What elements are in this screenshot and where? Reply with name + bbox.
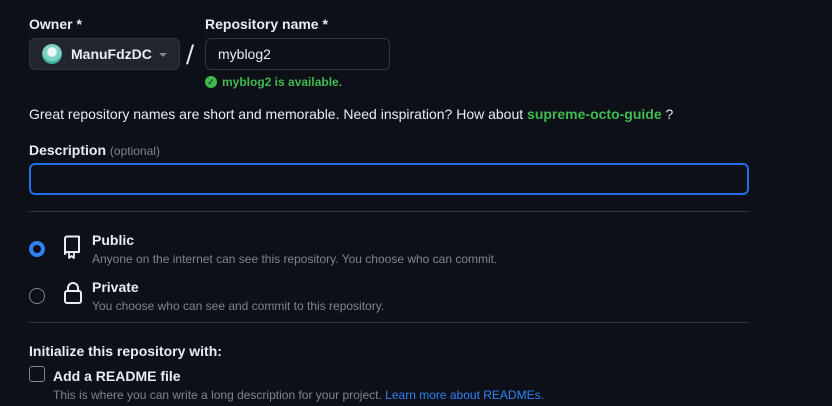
init-heading: Initialize this repository with: xyxy=(29,343,222,359)
divider xyxy=(29,211,749,212)
readme-label: Add a README file xyxy=(53,368,181,384)
availability-message: ✓ myblog2 is available. xyxy=(205,75,342,89)
repo-name-label: Repository name * xyxy=(205,16,328,32)
private-title: Private xyxy=(92,279,139,295)
owner-label: Owner * xyxy=(29,16,82,32)
private-radio[interactable] xyxy=(29,288,45,304)
repo-icon xyxy=(64,235,80,259)
readme-learn-more-link[interactable]: Learn more about READMEs. xyxy=(385,388,544,402)
check-circle-icon: ✓ xyxy=(205,76,217,88)
optional-tag: (optional) xyxy=(109,144,160,158)
owner-dropdown[interactable]: ManuFdzDC xyxy=(29,38,180,70)
public-subtitle: Anyone on the internet can see this repo… xyxy=(92,252,498,266)
readme-desc-text: This is where you can write a long descr… xyxy=(53,388,382,402)
chevron-down-icon xyxy=(159,53,167,57)
public-title: Public xyxy=(92,232,135,248)
description-label: Description (optional) xyxy=(29,142,160,158)
hint-text: Great repository names are short and mem… xyxy=(29,106,528,122)
owner-name: ManuFdzDC xyxy=(71,46,152,62)
hint-suffix: ? xyxy=(661,106,674,122)
repo-name-input[interactable] xyxy=(205,38,390,70)
avatar xyxy=(42,44,62,64)
private-subtitle: You choose who can see and commit to thi… xyxy=(92,299,385,313)
suggestion-link[interactable]: supreme-octo-guide xyxy=(527,106,662,122)
repo-name-hint: Great repository names are short and mem… xyxy=(29,106,673,122)
availability-text: myblog2 is available. xyxy=(222,75,343,89)
readme-checkbox[interactable] xyxy=(29,366,45,382)
owner-repo-separator: / xyxy=(186,40,195,68)
description-label-text: Description xyxy=(29,142,107,158)
divider xyxy=(29,322,749,323)
description-input[interactable] xyxy=(29,163,749,195)
lock-icon xyxy=(64,282,82,304)
readme-description: This is where you can write a long descr… xyxy=(53,388,544,402)
public-radio[interactable] xyxy=(29,241,45,257)
